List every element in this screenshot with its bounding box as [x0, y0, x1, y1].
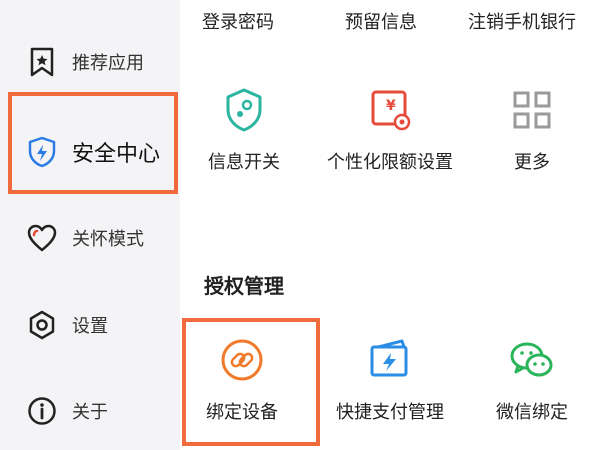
sidebar-item-recommended-apps[interactable]: 推荐应用: [0, 34, 180, 90]
tile-label: 信息开关: [208, 152, 280, 173]
sidebar-item-label: 设置: [72, 316, 108, 337]
sidebar-item-care-mode[interactable]: 关怀模式: [0, 210, 180, 266]
sidebar-item-label: 推荐应用: [72, 53, 144, 74]
tile-quick-pay[interactable]: 快捷支付管理: [320, 336, 460, 426]
tile-more[interactable]: 更多: [462, 86, 600, 176]
info-icon: [24, 393, 60, 429]
sidebar: 推荐应用 安全中心 关怀模式 设置 关于: [0, 0, 180, 450]
heart-icon: [24, 220, 60, 256]
sidebar-item-label: 关怀模式: [72, 229, 144, 250]
tile-label: 快捷支付管理: [336, 402, 444, 423]
sidebar-item-about[interactable]: 关于: [0, 383, 180, 439]
svg-text:¥: ¥: [386, 98, 396, 114]
tile-label: 更多: [514, 152, 550, 173]
tile-label: 微信绑定: [496, 402, 568, 423]
cancel-mobile-banking-link[interactable]: 注销手机银行: [468, 8, 576, 34]
tile-label: 个性化限额设置: [327, 152, 453, 173]
sidebar-item-settings[interactable]: 设置: [0, 297, 180, 353]
wechat-icon: [508, 336, 556, 384]
tile-wechat-binding[interactable]: 微信绑定: [462, 336, 600, 426]
tile-info-switch[interactable]: 信息开关: [174, 86, 314, 176]
highlight-frame-bind-device: [182, 318, 320, 446]
highlight-frame-security-center: [8, 92, 178, 194]
bookmark-star-icon: [24, 44, 60, 80]
section-title-authorization: 授权管理: [204, 274, 284, 298]
limit-setting-icon: ¥: [366, 86, 414, 134]
gear-icon: [24, 307, 60, 343]
sidebar-item-label: 关于: [72, 402, 108, 423]
grid-more-icon: [508, 86, 556, 134]
login-password-link[interactable]: 登录密码: [202, 8, 274, 34]
info-switch-shield-icon: [220, 86, 268, 134]
tile-personalized-limit[interactable]: ¥ 个性化限额设置: [320, 86, 460, 176]
quick-pay-card-icon: [366, 336, 414, 384]
reserved-info-link[interactable]: 预留信息: [345, 8, 417, 34]
